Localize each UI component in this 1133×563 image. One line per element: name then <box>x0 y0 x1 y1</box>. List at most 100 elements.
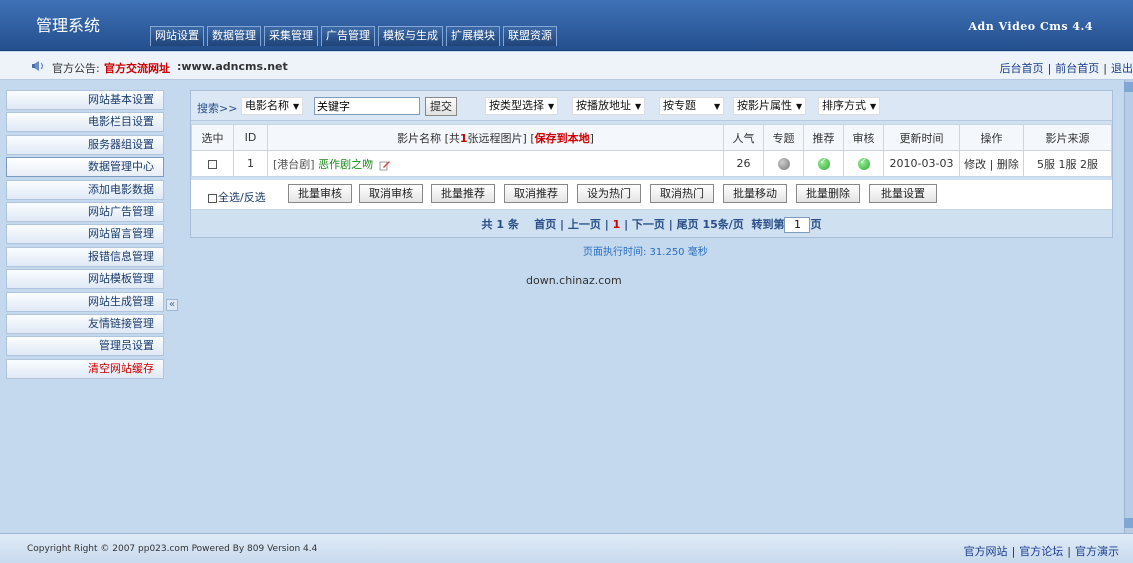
nav-tab-alliance[interactable]: 联盟资源 <box>503 26 557 46</box>
filter-play-url-select[interactable]: 按播放地址 ▼ <box>572 97 646 115</box>
separator: | <box>1103 62 1107 75</box>
sidebar-item-server-groups[interactable]: 服务器组设置 <box>6 134 164 155</box>
sidebar-item-data-center[interactable]: 数据管理中心 <box>6 157 164 178</box>
pagination: 共 1 条 首页 | 上一页 | 1 | 下一页 | 尾页 15条/页 转到第 1… <box>481 217 822 233</box>
footer-links: 官方网站 | 官方论坛 | 官方演示 <box>964 543 1119 559</box>
batch-settings-button[interactable]: 批量设置 <box>869 184 937 203</box>
sidebar-item-friend-links[interactable]: 友情链接管理 <box>6 313 164 334</box>
sidebar-item-error-reports[interactable]: 报错信息管理 <box>6 246 164 267</box>
search-label: 搜索>> <box>197 102 238 115</box>
batch-move-button[interactable]: 批量移动 <box>723 184 787 203</box>
keyword-input[interactable] <box>314 97 420 115</box>
scrollbar[interactable] <box>1124 80 1133 533</box>
row-name-cell: [港台剧] 恶作剧之吻 <box>267 150 724 177</box>
batch-delete-button[interactable]: 批量删除 <box>796 184 860 203</box>
sidebar-item-site-basic[interactable]: 网站基本设置 <box>6 90 164 110</box>
row-id: 1 <box>233 150 268 177</box>
col-hits: 人气 <box>723 124 764 151</box>
official-website-link[interactable]: 官方网站 <box>964 545 1008 558</box>
app-logo: 管理系统 <box>36 16 101 35</box>
next-page-link[interactable]: 下一页 <box>632 218 665 231</box>
chevron-down-icon: ▼ <box>714 102 721 111</box>
filter-topic-select[interactable]: 按专题 ▼ <box>659 97 725 115</box>
row-topic-cell <box>763 150 804 177</box>
announcement-icon <box>32 61 44 71</box>
front-home-link[interactable]: 前台首页 <box>1055 62 1099 75</box>
nav-tab-site-settings[interactable]: 网站设置 <box>150 26 204 46</box>
batch-review-button[interactable]: 批量审核 <box>288 184 352 203</box>
topic-status-icon[interactable] <box>777 158 790 170</box>
prev-page-link[interactable]: 上一页 <box>568 218 601 231</box>
recommend-check-icon[interactable] <box>817 157 830 170</box>
sidebar: 网站基本设置 电影栏目设置 服务器组设置 数据管理中心 添加电影数据 网站广告管… <box>6 90 164 381</box>
chevron-down-icon: ▼ <box>635 102 642 111</box>
header-bar: 管理系统 网站设置 数据管理 采集管理 广告管理 模板与生成 扩展模块 联盟资源… <box>0 0 1133 51</box>
select-all-toggle[interactable]: 全选/反选 <box>208 189 266 205</box>
col-select: 选中 <box>191 124 234 151</box>
sidebar-item-admins[interactable]: 管理员设置 <box>6 336 164 357</box>
delete-link[interactable]: 删除 <box>997 158 1019 171</box>
official-site-link[interactable]: 官方交流网址 <box>104 60 170 76</box>
col-id: ID <box>233 124 268 151</box>
col-source: 影片来源 <box>1023 124 1112 151</box>
row-updated: 2010-03-03 <box>883 150 960 177</box>
separator: | <box>1047 62 1052 75</box>
nav-tab-collection[interactable]: 采集管理 <box>264 26 318 46</box>
sidebar-item-templates[interactable]: 网站模板管理 <box>6 269 164 290</box>
row-recommend-cell <box>803 150 844 177</box>
execution-time: 页面执行时间: 31.250 毫秒 <box>583 247 708 258</box>
nav-tab-ads[interactable]: 广告管理 <box>321 26 375 46</box>
sidebar-item-guestbook[interactable]: 网站留言管理 <box>6 224 164 245</box>
search-field-value: 电影名称 <box>245 99 289 112</box>
sidebar-item-clear-cache[interactable]: 清空网站缓存 <box>6 358 164 379</box>
goto-suffix: 页 <box>810 218 822 231</box>
first-page-link[interactable]: 首页 <box>534 218 556 231</box>
movie-table: 选中 ID 影片名称 [共1张远程图片] [保存到本地] 人气 专题 推荐 审核… <box>191 124 1112 177</box>
nav-tab-templates[interactable]: 模板与生成 <box>378 26 443 46</box>
sidebar-item-add-movie[interactable]: 添加电影数据 <box>6 179 164 200</box>
cancel-review-button[interactable]: 取消审核 <box>359 184 423 203</box>
col-updated: 更新时间 <box>883 124 960 151</box>
row-checkbox[interactable] <box>208 159 217 169</box>
col-name-mid: 张远程图片] [ <box>467 131 535 145</box>
filter-attribute-select[interactable]: 按影片属性 ▼ <box>733 97 807 115</box>
cancel-hot-button[interactable]: 取消热门 <box>650 184 714 203</box>
last-page-link[interactable]: 尾页 <box>677 218 699 231</box>
col-recommend: 推荐 <box>803 124 844 151</box>
edit-pencil-icon[interactable] <box>379 159 391 171</box>
filter-type-select[interactable]: 按类型选择 ▼ <box>485 97 559 115</box>
goto-page-input[interactable]: 1 <box>784 217 811 233</box>
goto-prefix: 转到第 <box>751 218 785 231</box>
search-field-select[interactable]: 电影名称 ▼ <box>241 97 304 115</box>
select-all-checkbox[interactable] <box>208 193 217 203</box>
brand-version: Adn Video Cms 4.4 <box>968 20 1093 33</box>
sidebar-item-movie-categories[interactable]: 电影栏目设置 <box>6 112 164 133</box>
total-count: 共 1 条 <box>481 218 519 231</box>
official-site-url[interactable]: :www.adncms.net <box>177 60 288 73</box>
official-forum-link[interactable]: 官方论坛 <box>1019 545 1063 558</box>
sort-order-select[interactable]: 排序方式 ▼ <box>818 97 881 115</box>
submit-button[interactable]: 提交 <box>425 97 457 116</box>
batch-recommend-button[interactable]: 批量推荐 <box>431 184 495 203</box>
scroll-up-button[interactable] <box>1124 82 1133 92</box>
current-page: 1 <box>612 218 621 231</box>
copyright-text: Copyright Right © 2007 pp023.com Powered… <box>27 544 318 554</box>
nav-tab-extensions[interactable]: 扩展模块 <box>446 26 500 46</box>
scroll-down-button[interactable] <box>1124 518 1133 528</box>
review-check-icon[interactable] <box>857 157 870 170</box>
sidebar-item-generation[interactable]: 网站生成管理 <box>6 291 164 312</box>
col-name: 影片名称 [共1张远程图片] [保存到本地] <box>267 124 724 151</box>
admin-home-link[interactable]: 后台首页 <box>1000 62 1044 75</box>
cancel-recommend-button[interactable]: 取消推荐 <box>504 184 568 203</box>
edit-link[interactable]: 修改 <box>964 158 986 171</box>
set-hot-button[interactable]: 设为热门 <box>577 184 641 203</box>
save-local-link[interactable]: 保存到本地 <box>535 132 590 145</box>
nav-tab-data-management[interactable]: 数据管理 <box>207 26 261 46</box>
collapse-sidebar-button[interactable]: « <box>166 299 178 311</box>
search-bar: 搜索>> 电影名称▼ 提交 按类型选择▼ 按播放地址▼ 按专题▼ 按影片属性▼ … <box>191 91 1112 121</box>
logout-link[interactable]: 退出 <box>1111 62 1133 75</box>
row-title-link[interactable]: 恶作剧之吻 <box>318 158 373 171</box>
sidebar-item-ads[interactable]: 网站广告管理 <box>6 201 164 222</box>
official-demo-link[interactable]: 官方演示 <box>1075 545 1119 558</box>
per-page-label: 15条/页 <box>702 218 744 231</box>
